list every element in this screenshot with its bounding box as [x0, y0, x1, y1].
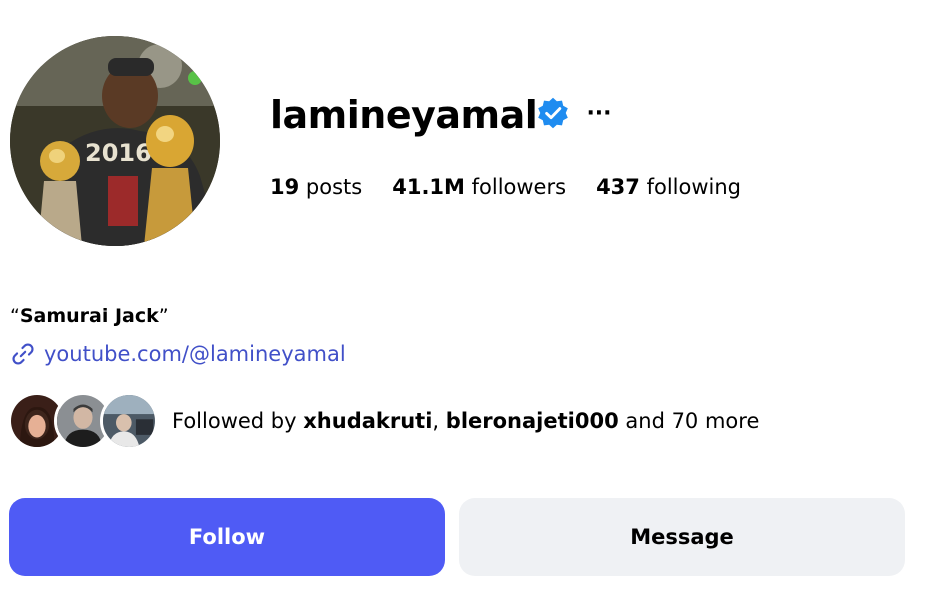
link-icon — [12, 343, 34, 365]
profile-page: 2016 lamineyamal ··· 19 posts 41.1M foll… — [0, 0, 935, 600]
followed-by-suffix: and 70 more — [625, 409, 760, 433]
full-name: Samurai Jack — [19, 305, 159, 327]
bio-link[interactable]: youtube.com/@lamineyamal — [10, 340, 346, 368]
bio-full-name: “Samurai Jack” — [10, 303, 169, 329]
profile-stats: 19 posts 41.1M followers 437 following — [270, 172, 741, 202]
mutual-username-2[interactable]: bleronajeti000 — [446, 409, 619, 433]
followers-count[interactable]: 41.1M followers — [392, 172, 566, 202]
followers-number: 41.1M — [392, 175, 465, 199]
followers-label: followers — [471, 175, 567, 199]
following-count[interactable]: 437 following — [596, 172, 741, 202]
close-quote: ” — [158, 305, 169, 327]
followed-by-separator: , — [432, 409, 440, 433]
followed-by-text: Followed by xhudakruti, bleronajeti000 a… — [172, 406, 759, 436]
open-quote: “ — [10, 305, 20, 327]
follow-button[interactable]: Follow — [9, 498, 445, 576]
svg-text:2016: 2016 — [85, 139, 152, 167]
bio-link-text: youtube.com/@lamineyamal — [44, 342, 346, 366]
more-options-button[interactable]: ··· — [584, 96, 614, 132]
mutual-photo-3 — [103, 395, 155, 447]
message-button[interactable]: Message — [459, 498, 905, 576]
posts-label: posts — [305, 175, 363, 199]
following-label: following — [646, 175, 742, 199]
profile-photo: 2016 — [10, 36, 220, 246]
posts-count[interactable]: 19 posts — [270, 172, 362, 202]
followed-by: Followed by xhudakruti, bleronajeti000 a… — [8, 390, 759, 452]
profile-username: lamineyamal — [270, 93, 538, 137]
verified-badge-icon — [538, 97, 568, 129]
profile-avatar[interactable]: 2016 — [10, 36, 220, 246]
mutual-avatar-3[interactable] — [100, 392, 158, 450]
posts-number: 19 — [270, 175, 300, 199]
followed-by-prefix: Followed by — [172, 409, 297, 433]
following-number: 437 — [596, 175, 640, 199]
more-horizontal-icon: ··· — [586, 101, 612, 126]
mutual-username-1[interactable]: xhudakruti — [303, 409, 432, 433]
